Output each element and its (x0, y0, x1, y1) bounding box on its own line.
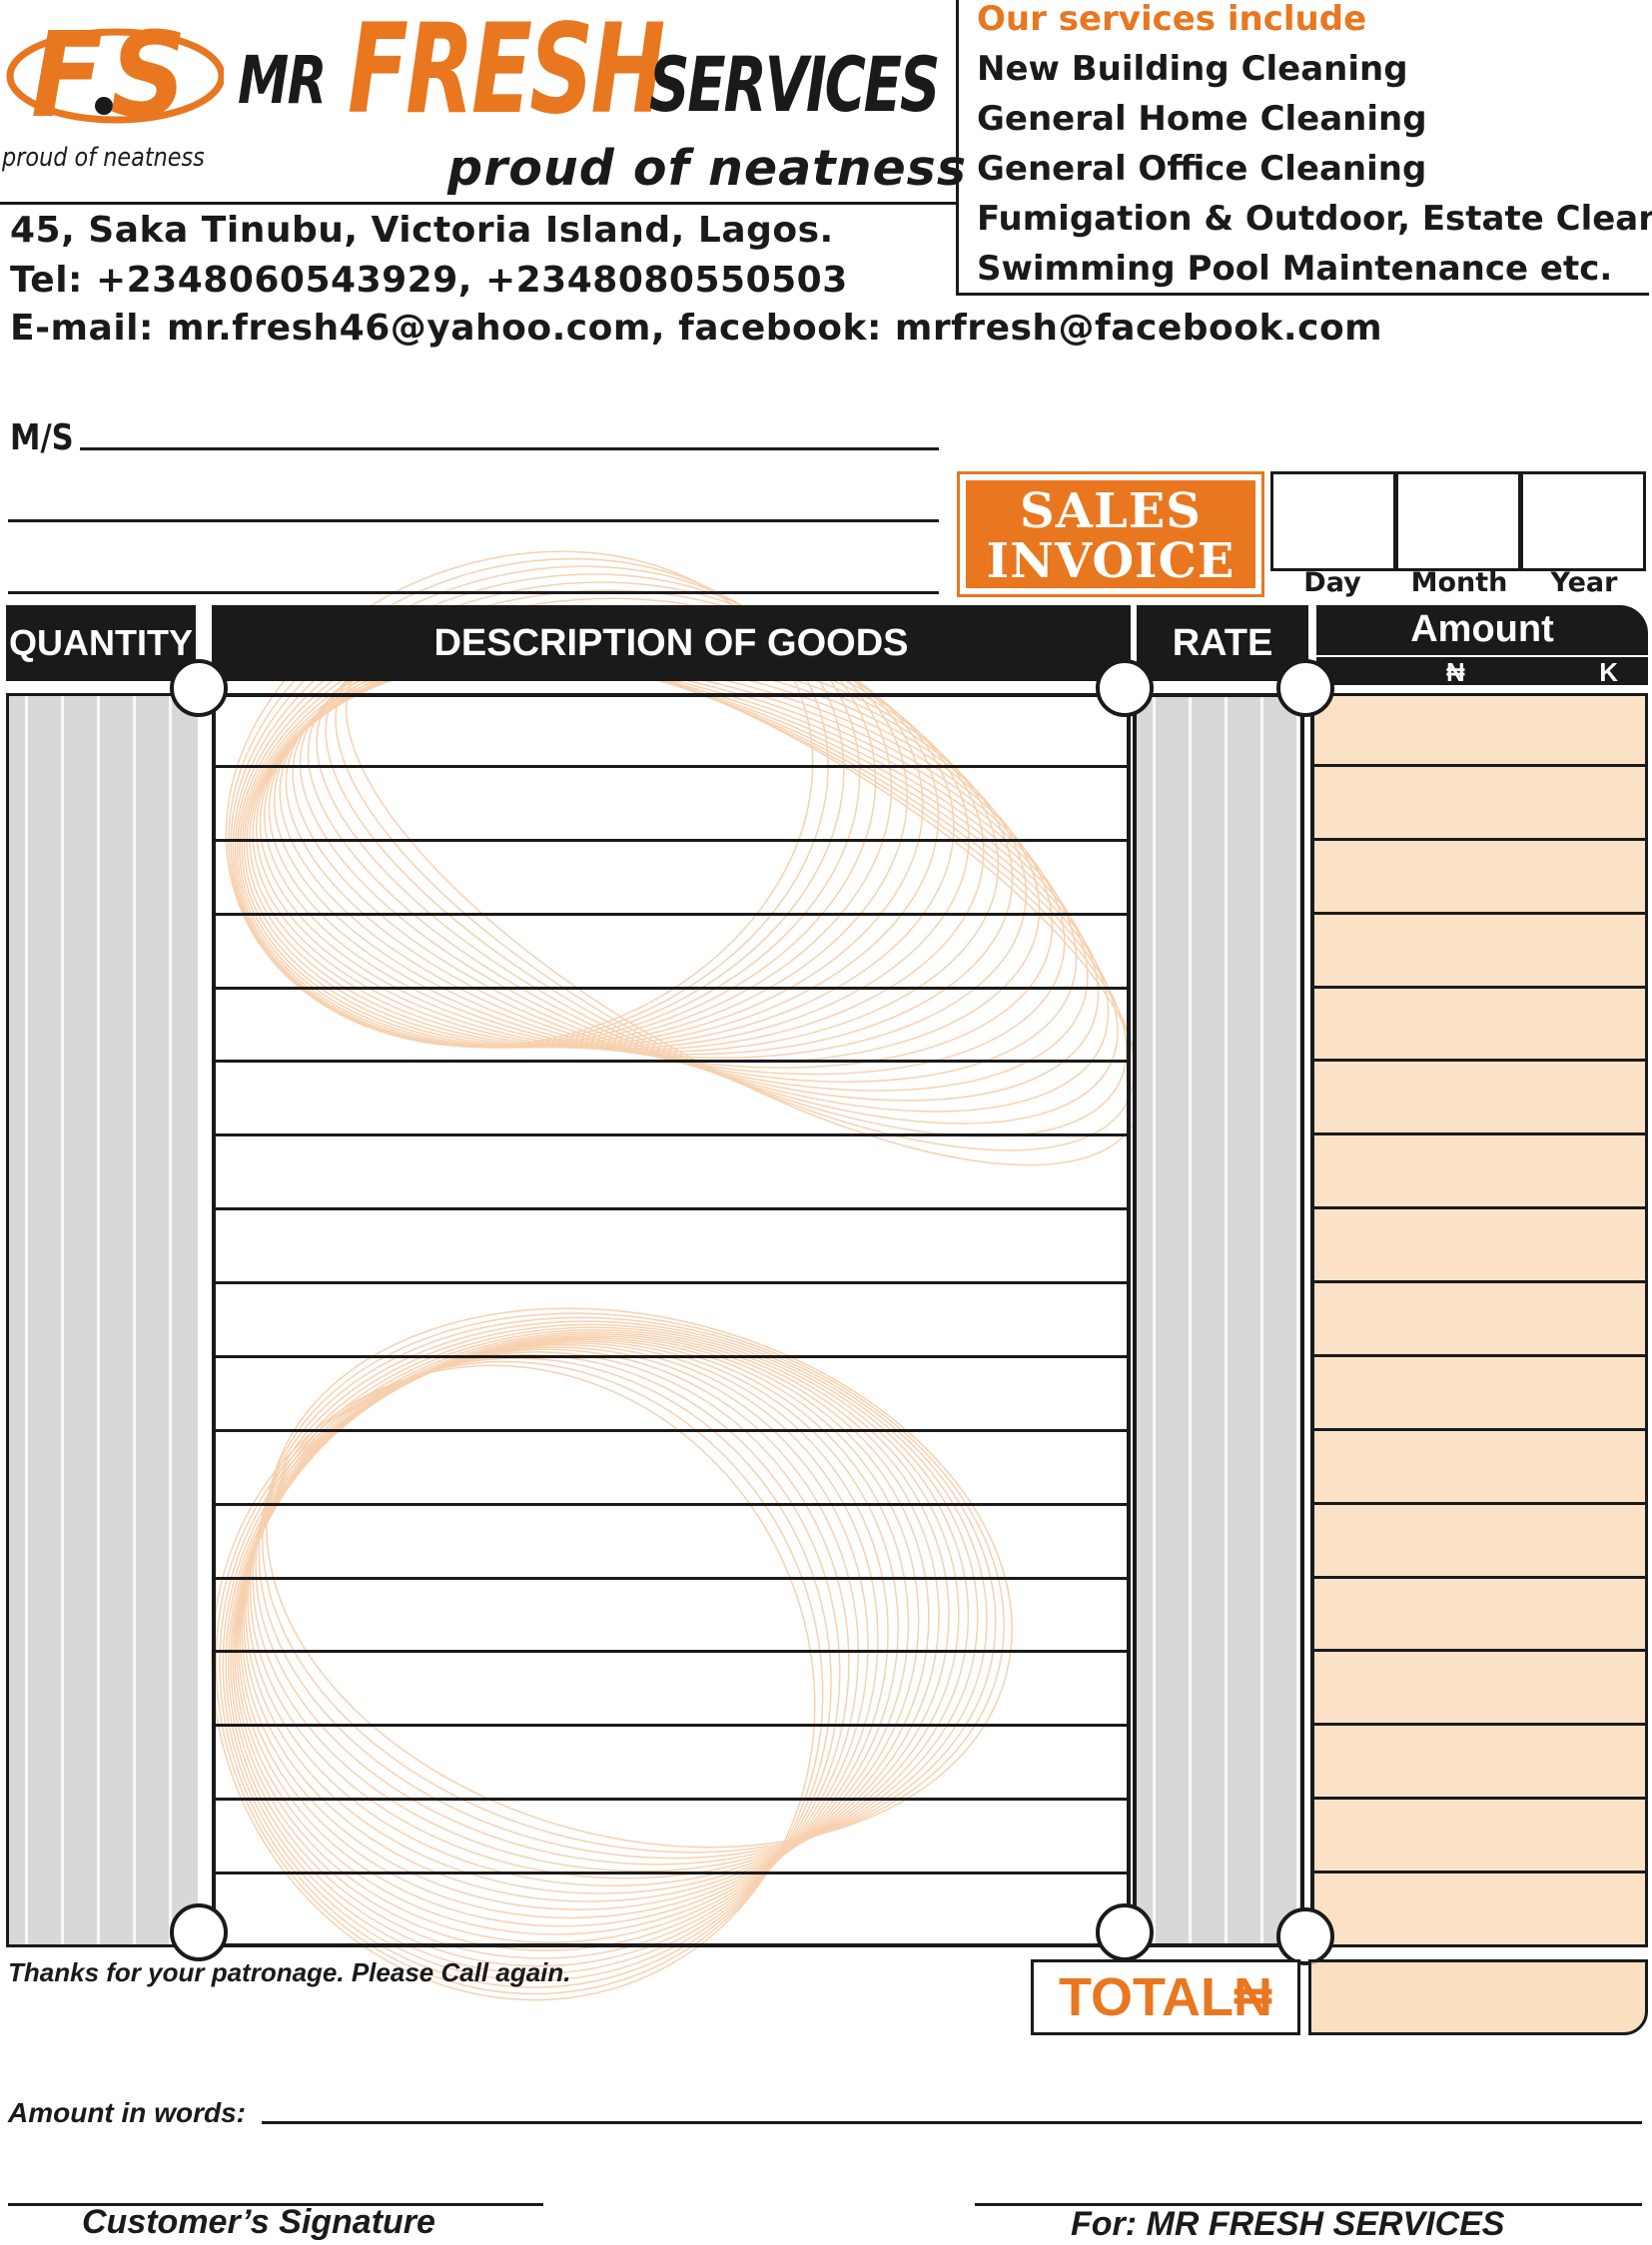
quantity-column[interactable] (6, 693, 198, 1947)
service-item: General Home Cleaning (977, 99, 1427, 139)
table-row-line (1314, 986, 1645, 989)
svg-text:S: S (110, 8, 186, 144)
telephone: Tel: +2348060543929, +2348080550503 (10, 260, 848, 301)
table-row-line (1314, 1649, 1645, 1652)
table-row-line (216, 1133, 1127, 1136)
table-row-line (1314, 1059, 1645, 1062)
table-row-line (216, 1503, 1127, 1506)
quantity-header: QUANTITY (6, 605, 196, 681)
table-row-line (216, 1650, 1127, 1653)
service-item: New Building Cleaning (977, 49, 1408, 89)
naira-label: ₦ (1446, 657, 1465, 687)
description-header: DESCRIPTION OF GOODS (212, 605, 1131, 681)
amount-in-words-line[interactable] (262, 2121, 1642, 2124)
total-label: TOTAL₦ (1031, 1959, 1300, 2035)
table-row-line (1314, 1206, 1645, 1209)
table-row-line (1314, 838, 1645, 841)
brand-services: SERVICES (649, 40, 940, 129)
customer-line[interactable] (80, 447, 939, 450)
amount-title: Amount (1410, 608, 1554, 650)
column-notch (1276, 659, 1334, 717)
month-label: Month (1410, 567, 1508, 598)
amount-column[interactable] (1310, 693, 1648, 1947)
services-title: Our services include (977, 0, 1367, 39)
customer-line[interactable] (8, 519, 939, 522)
table-row-line (216, 1060, 1127, 1063)
logo-tagline: proud of neatness (2, 143, 205, 173)
column-notch (1276, 1907, 1334, 1965)
year-label: Year (1550, 567, 1618, 598)
amount-header: Amount ₦ K (1316, 605, 1648, 687)
table-row-line (216, 1281, 1127, 1284)
services-list: Our services include New Building Cleani… (977, 0, 1652, 294)
table-row-line (1314, 1871, 1645, 1873)
email-facebook: E-mail: mr.fresh46@yahoo.com, facebook: … (10, 308, 1383, 349)
day-box[interactable] (1270, 471, 1396, 571)
column-notch (170, 1903, 228, 1961)
sales-invoice-line2: INVOICE (986, 533, 1236, 589)
table-row-line (1314, 912, 1645, 915)
table-row-line (1314, 764, 1645, 767)
column-notch (1096, 1903, 1154, 1961)
table-row-line (1314, 1576, 1645, 1579)
table-row-line (1314, 1280, 1645, 1283)
svg-text:F: F (31, 8, 104, 144)
table-row-line (216, 1798, 1127, 1801)
amount-divider (1316, 655, 1648, 657)
sales-invoice-line1: SALES (1020, 483, 1202, 539)
kobo-label: K (1599, 657, 1618, 687)
table-row-line (216, 1429, 1127, 1432)
table-row-line (1314, 1354, 1645, 1357)
service-item: General Office Cleaning (977, 149, 1427, 189)
brand-tagline: proud of neatness (447, 140, 968, 197)
table-row-line (1314, 1502, 1645, 1505)
year-box[interactable] (1520, 471, 1646, 571)
amount-in-words-label: Amount in words: (8, 2097, 246, 2128)
table-row-line (1314, 1132, 1645, 1135)
table-row-line (216, 765, 1127, 768)
address: 45, Saka Tinubu, Victoria Island, Lagos. (10, 210, 834, 251)
table-row-line (216, 1577, 1127, 1580)
column-notch (170, 659, 228, 717)
service-item: Fumigation & Outdoor, Estate Cleaning (977, 199, 1652, 239)
table-row-line (216, 913, 1127, 916)
rate-column[interactable] (1133, 693, 1304, 1947)
company-signature-label: For: MR FRESH SERVICES (1071, 2205, 1505, 2243)
table-row-line (1314, 1723, 1645, 1726)
table-row-line (216, 1724, 1127, 1727)
table-row-line (216, 839, 1127, 842)
table-row-line (216, 987, 1127, 990)
header-divider (0, 202, 957, 205)
table-row-line (216, 1871, 1127, 1874)
table-row-line (216, 1207, 1127, 1210)
sales-invoice-badge: SALES INVOICE (957, 471, 1264, 597)
table-row-line (1314, 1797, 1645, 1800)
description-column[interactable] (212, 693, 1131, 1947)
customer-line[interactable] (8, 591, 939, 594)
fs-logo: F S (6, 8, 224, 144)
brand-mr: MR (238, 42, 327, 119)
month-box[interactable] (1395, 471, 1521, 571)
day-label: Day (1303, 567, 1361, 598)
services-divider (956, 0, 959, 296)
brand-fresh: FRESH (348, 0, 665, 142)
ms-label: M/S (10, 417, 74, 458)
thanks-note: Thanks for your patronage. Please Call a… (8, 1957, 571, 1987)
total-amount-field[interactable] (1308, 1959, 1648, 2035)
customer-signature-label: Customer’s Signature (82, 2203, 435, 2241)
table-row-line (216, 1355, 1127, 1358)
column-notch (1096, 659, 1154, 717)
table-row-line (1314, 1428, 1645, 1431)
service-item: Swimming Pool Maintenance etc. (977, 249, 1613, 289)
